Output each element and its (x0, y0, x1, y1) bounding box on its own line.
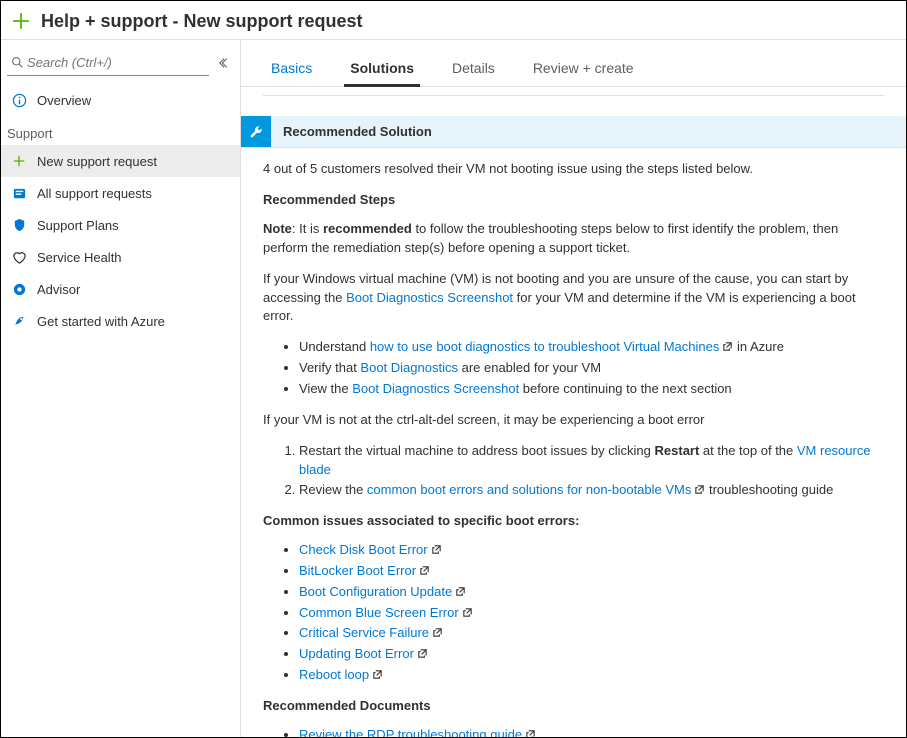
ticket-icon (11, 185, 27, 201)
tab-solutions[interactable]: Solutions (348, 54, 416, 86)
recommended-solution-banner: Recommended Solution (241, 116, 906, 148)
collapse-sidebar-button[interactable] (215, 52, 234, 74)
overview-icon (11, 92, 27, 108)
wrench-icon (241, 116, 271, 147)
diag-paragraph: If your Windows virtual machine (VM) is … (263, 270, 878, 327)
boot-config-link[interactable]: Boot Configuration Update (299, 584, 452, 599)
common-issues-heading: Common issues associated to specific boo… (263, 512, 878, 531)
divider (263, 95, 884, 102)
search-icon (9, 55, 25, 71)
reboot-loop-link[interactable]: Reboot loop (299, 667, 369, 682)
sidebar-group-label: Support (1, 116, 240, 145)
sidebar-item-label: Service Health (37, 250, 122, 265)
sidebar-item-label: Get started with Azure (37, 314, 165, 329)
sidebar-item-overview[interactable]: Overview (1, 84, 240, 116)
diag-bullets: Understand how to use boot diagnostics t… (263, 338, 878, 399)
common-issues-list: Check Disk Boot Error BitLocker Boot Err… (263, 541, 878, 685)
external-link-icon (372, 667, 383, 678)
sidebar-item-get-started[interactable]: Get started with Azure (1, 305, 240, 337)
page-header: Help + support - New support request (1, 1, 906, 40)
shield-icon (11, 217, 27, 233)
recommended-docs-heading: Recommended Documents (263, 697, 878, 716)
list-item: Updating Boot Error (299, 645, 878, 664)
external-link-icon (431, 542, 442, 553)
note-paragraph: Note: It is recommended to follow the tr… (263, 220, 878, 258)
common-boot-errors-link[interactable]: common boot errors and solutions for non… (367, 482, 691, 497)
add-icon (9, 9, 33, 33)
sidebar-item-support-plans[interactable]: Support Plans (1, 209, 240, 241)
page-title: Help + support - New support request (41, 11, 363, 32)
tab-details[interactable]: Details (450, 54, 497, 86)
external-link-icon (417, 646, 428, 657)
sidebar-item-advisor[interactable]: Advisor (1, 273, 240, 305)
tab-review[interactable]: Review + create (531, 54, 636, 86)
sidebar-item-label: Support Plans (37, 218, 119, 233)
list-item: Common Blue Screen Error (299, 604, 878, 623)
critical-service-link[interactable]: Critical Service Failure (299, 625, 429, 640)
external-link-icon (525, 727, 536, 737)
how-to-boot-diag-link[interactable]: how to use boot diagnostics to troublesh… (370, 339, 720, 354)
tab-basics[interactable]: Basics (269, 54, 314, 86)
recommended-steps-heading: Recommended Steps (263, 191, 878, 210)
sidebar-item-all-requests[interactable]: All support requests (1, 177, 240, 209)
search-input-wrapper[interactable] (7, 50, 209, 76)
list-item: Critical Service Failure (299, 624, 878, 643)
check-disk-link[interactable]: Check Disk Boot Error (299, 542, 428, 557)
rocket-icon (11, 313, 27, 329)
list-item: BitLocker Boot Error (299, 562, 878, 581)
external-link-icon (722, 339, 733, 350)
blue-screen-link[interactable]: Common Blue Screen Error (299, 605, 459, 620)
external-link-icon (455, 584, 466, 595)
sidebar-item-service-health[interactable]: Service Health (1, 241, 240, 273)
list-item: Reboot loop (299, 666, 878, 685)
banner-title: Recommended Solution (271, 116, 444, 147)
external-link-icon (462, 605, 473, 616)
tabs: Basics Solutions Details Review + create (241, 40, 906, 87)
bitlocker-link[interactable]: BitLocker Boot Error (299, 563, 416, 578)
list-item: Review the RDP troubleshooting guide (299, 726, 878, 737)
ctrl-alt-del-paragraph: If your VM is not at the ctrl-alt-del sc… (263, 411, 878, 430)
external-link-icon (432, 625, 443, 636)
boot-diagnostics-link[interactable]: Boot Diagnostics (360, 360, 458, 375)
sidebar-item-label: New support request (37, 154, 157, 169)
heart-icon (11, 249, 27, 265)
list-item: Restart the virtual machine to address b… (299, 442, 878, 480)
updating-boot-link[interactable]: Updating Boot Error (299, 646, 414, 661)
list-item: Boot Configuration Update (299, 583, 878, 602)
sidebar-item-label: Overview (37, 93, 91, 108)
boot-diag-screenshot-link-2[interactable]: Boot Diagnostics Screenshot (352, 381, 519, 396)
intro-text: 4 out of 5 customers resolved their VM n… (263, 160, 878, 179)
sidebar-item-label: Advisor (37, 282, 80, 297)
list-item: Understand how to use boot diagnostics t… (299, 338, 878, 357)
list-item: Check Disk Boot Error (299, 541, 878, 560)
external-link-icon (419, 563, 430, 574)
advisor-icon (11, 281, 27, 297)
rdp-guide-link[interactable]: Review the RDP troubleshooting guide (299, 727, 522, 737)
recommended-docs-list: Review the RDP troubleshooting guide Acc… (263, 726, 878, 737)
boot-diag-screenshot-link[interactable]: Boot Diagnostics Screenshot (346, 290, 513, 305)
external-link-icon (694, 482, 705, 493)
note-label: Note (263, 221, 292, 236)
plus-icon (11, 153, 27, 169)
sidebar: Overview Support New support request All… (1, 40, 241, 737)
sidebar-item-new-request[interactable]: New support request (1, 145, 240, 177)
sidebar-item-label: All support requests (37, 186, 152, 201)
restart-steps: Restart the virtual machine to address b… (263, 442, 878, 501)
list-item: Verify that Boot Diagnostics are enabled… (299, 359, 878, 378)
list-item: View the Boot Diagnostics Screenshot bef… (299, 380, 878, 399)
content-body: 4 out of 5 customers resolved their VM n… (241, 148, 906, 737)
search-input[interactable] (25, 54, 207, 71)
list-item: Review the common boot errors and soluti… (299, 481, 878, 500)
